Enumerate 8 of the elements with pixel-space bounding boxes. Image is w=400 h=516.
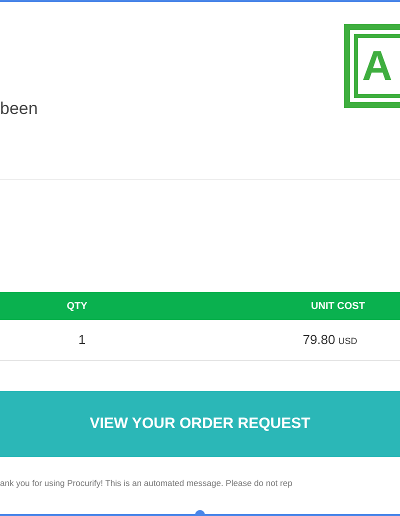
column-header: QTY: [66, 300, 88, 314]
table-cell-text: 79.80 USD: [302, 331, 358, 350]
footer-text: ank you for using Procurify! This is an automated message. Please do not rep: [0, 477, 292, 490]
table-cell-text: 1: [78, 331, 86, 350]
message-text: been: [0, 100, 38, 117]
view-order-button[interactable]: VIEW YOUR ORDER REQUEST: [0, 391, 400, 457]
approved-stamp: A: [344, 24, 400, 108]
column-header: UNIT COST: [311, 300, 365, 314]
